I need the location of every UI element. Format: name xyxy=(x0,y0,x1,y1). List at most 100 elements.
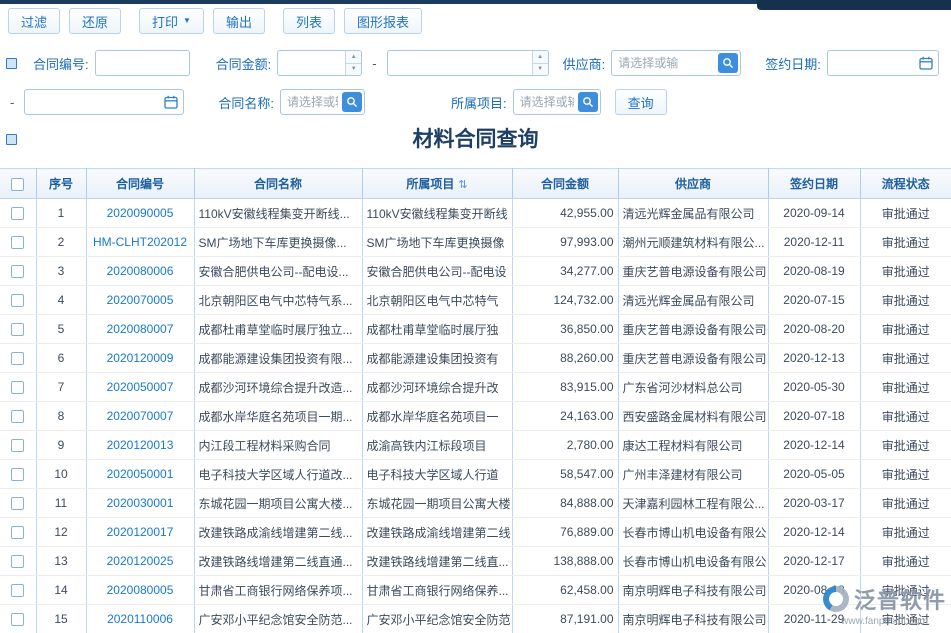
contract-no-link[interactable]: 2020120013 xyxy=(107,438,174,452)
amount-cell: 84,888.00 xyxy=(512,489,618,518)
select-all-checkbox[interactable] xyxy=(11,178,24,191)
row-checkbox[interactable] xyxy=(11,439,24,452)
query-button[interactable]: 查询 xyxy=(615,89,667,115)
contract-no-link[interactable]: 2020120025 xyxy=(107,554,174,568)
table-row[interactable]: 9 2020120013 内江段工程材料采购合同 成渝高铁内江标段项目 2,78… xyxy=(0,431,951,460)
step-up-icon[interactable]: ▲ xyxy=(346,51,361,63)
amount-cell: 24,163.00 xyxy=(512,402,618,431)
row-seq: 12 xyxy=(36,518,86,547)
step-down-icon[interactable]: ▼ xyxy=(533,63,548,76)
contract-no-link[interactable]: 2020080006 xyxy=(107,264,174,278)
contract-no-link[interactable]: 2020080007 xyxy=(107,322,174,336)
search-icon[interactable] xyxy=(578,92,598,112)
contract-no-link[interactable]: 2020120017 xyxy=(107,525,174,539)
supplier-cell: 南京明辉电子科技有限公司 xyxy=(618,576,768,605)
table-row[interactable]: 11 2020030001 东城花园一期项目公寓大楼... 东城花园一期项目公寓… xyxy=(0,489,951,518)
header-supplier[interactable]: 供应商 xyxy=(618,169,768,199)
print-button-label: 打印 xyxy=(152,12,178,31)
row-checkbox[interactable] xyxy=(11,497,24,510)
list-view-button[interactable]: 列表 xyxy=(283,8,335,34)
row-checkbox[interactable] xyxy=(11,555,24,568)
table-row[interactable]: 10 2020050001 电子科技大学区域人行道改... 电子科技大学区域人行… xyxy=(0,460,951,489)
row-checkbox[interactable] xyxy=(11,613,24,626)
page-title: 材料合同查询 xyxy=(0,124,951,156)
chart-report-button[interactable]: 图形报表 xyxy=(344,8,422,34)
table-row[interactable]: 5 2020080007 成都杜甫草堂临时展厅独立... 成都杜甫草堂临时展厅独… xyxy=(0,315,951,344)
row-checkbox[interactable] xyxy=(11,323,24,336)
contract-no-input[interactable] xyxy=(95,50,190,76)
restore-button[interactable]: 还原 xyxy=(69,8,121,34)
header-amount[interactable]: 合同金额 xyxy=(512,169,618,199)
contract-no-link[interactable]: HM-CLHT202012 xyxy=(93,235,187,249)
contract-no-link[interactable]: 2020110006 xyxy=(107,612,173,626)
table-row[interactable]: 7 2020050007 成都沙河环境综合提升改造... 成都沙河环境综合提升改… xyxy=(0,373,951,402)
row-checkbox[interactable] xyxy=(11,468,24,481)
sign-date-end-input[interactable] xyxy=(24,89,184,115)
table-row[interactable]: 13 2020120025 改建铁路线增建第二线直通... 改建铁路线增建第二线… xyxy=(0,547,951,576)
contract-no-link[interactable]: 2020050001 xyxy=(107,467,174,481)
supplier-cell: 重庆艺普电源设备有限公司 xyxy=(618,257,768,286)
sign-date-cell: 2020-08-20 xyxy=(768,315,860,344)
contract-no-link[interactable]: 2020080005 xyxy=(107,583,174,597)
table-row[interactable]: 3 2020080006 安徽合肥供电公司--配电设... 安徽合肥供电公司--… xyxy=(0,257,951,286)
contract-no-cell: 2020050007 xyxy=(86,373,194,402)
contract-no-label: 合同编号: xyxy=(33,54,89,73)
print-button[interactable]: 打印 ▼ xyxy=(139,8,204,34)
search-icon[interactable] xyxy=(342,92,362,112)
row-checkbox[interactable] xyxy=(11,294,24,307)
row-checkbox[interactable] xyxy=(11,410,24,423)
contract-name-label: 合同名称: xyxy=(218,93,274,112)
header-sign-date[interactable]: 签约日期 xyxy=(768,169,860,199)
contract-no-link[interactable]: 2020070005 xyxy=(107,293,174,307)
table-row[interactable]: 6 2020120009 成都能源建设集团投资有限... 成都能源建设集团投资有… xyxy=(0,344,951,373)
amount-cell: 87,191.00 xyxy=(512,605,618,633)
sort-icon[interactable]: ⇅ xyxy=(458,179,467,191)
table-row[interactable]: 12 2020120017 改建铁路成渝线增建第二线... 改建铁路成渝线增建第… xyxy=(0,518,951,547)
header-contract-no[interactable]: 合同编号 xyxy=(86,169,194,199)
row-seq: 7 xyxy=(36,373,86,402)
amount-max-stepper[interactable]: ▲▼ xyxy=(532,51,548,75)
calendar-icon[interactable] xyxy=(162,93,180,111)
filter-button[interactable]: 过滤 xyxy=(8,8,60,34)
calendar-icon[interactable] xyxy=(917,54,935,72)
table-row[interactable]: 2 HM-CLHT202012 SM广场地下车库更换摄像... SM广场地下车库… xyxy=(0,228,951,257)
amount-max-input[interactable] xyxy=(387,50,549,76)
contract-no-link[interactable]: 2020070007 xyxy=(107,409,174,423)
step-down-icon[interactable]: ▼ xyxy=(346,63,361,76)
row-seq: 9 xyxy=(36,431,86,460)
amount-min-stepper[interactable]: ▲▼ xyxy=(345,51,361,75)
row-checkbox[interactable] xyxy=(11,352,24,365)
header-project[interactable]: 所属项目⇅ xyxy=(362,169,512,199)
row-checkbox[interactable] xyxy=(11,584,24,597)
table-row[interactable]: 15 2020110006 广安邓小平纪念馆安全防范... 广安邓小平纪念馆安全… xyxy=(0,605,951,633)
row-checkbox[interactable] xyxy=(11,381,24,394)
contract-no-link[interactable]: 2020090005 xyxy=(107,206,174,220)
contract-no-cell: 2020120025 xyxy=(86,547,194,576)
search-icon[interactable] xyxy=(718,53,738,73)
sign-date-cell: 2020-08-18 xyxy=(768,576,860,605)
supplier-cell: 清远光辉金属品有限公司 xyxy=(618,199,768,228)
step-up-icon[interactable]: ▲ xyxy=(533,51,548,63)
row-checkbox[interactable] xyxy=(11,236,24,249)
status-cell: 审批通过 xyxy=(860,460,951,489)
header-status[interactable]: 流程状态 xyxy=(860,169,951,199)
table-row[interactable]: 14 2020080005 甘肃省工商银行网络保养项... 甘肃省工商银行网络保… xyxy=(0,576,951,605)
table-row[interactable]: 4 2020070005 北京朝阳区电气中芯特气系... 北京朝阳区电气中芯特气… xyxy=(0,286,951,315)
row-seq: 6 xyxy=(36,344,86,373)
table-row[interactable]: 8 2020070007 成都水岸华庭名苑项目一期... 成都水岸华庭名苑项目一… xyxy=(0,402,951,431)
sign-date-cell: 2020-07-15 xyxy=(768,286,860,315)
row-checkbox[interactable] xyxy=(11,526,24,539)
contract-name-cell: 东城花园一期项目公寓大楼... xyxy=(194,489,362,518)
contract-no-link[interactable]: 2020030001 xyxy=(107,496,174,510)
row-checkbox[interactable] xyxy=(11,207,24,220)
amount-cell: 34,277.00 xyxy=(512,257,618,286)
row-checkbox[interactable] xyxy=(11,265,24,278)
header-seq[interactable]: 序号 xyxy=(36,169,86,199)
header-contract-name[interactable]: 合同名称 xyxy=(194,169,362,199)
contract-no-link[interactable]: 2020050007 xyxy=(107,380,174,394)
table-row[interactable]: 1 2020090005 110kV安徽线程集变开断线... 110kV安徽线程… xyxy=(0,199,951,228)
contract-no-link[interactable]: 2020120009 xyxy=(107,351,174,365)
status-cell: 审批通过 xyxy=(860,489,951,518)
export-button[interactable]: 输出 xyxy=(213,8,265,34)
contract-no-cell: HM-CLHT202012 xyxy=(86,228,194,257)
